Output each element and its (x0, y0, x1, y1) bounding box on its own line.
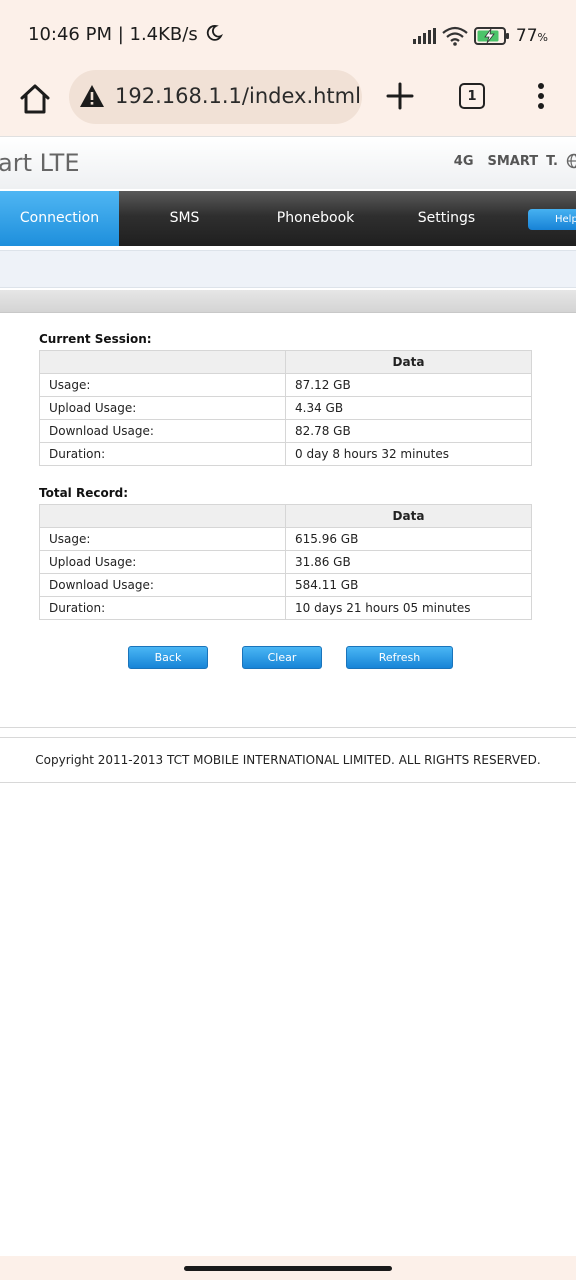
plus-icon[interactable] (386, 82, 414, 110)
current-session-title-text: Current Session (39, 332, 147, 346)
browser-toolbar: 192.168.1.1/index.html 1 (0, 70, 576, 136)
row-value: 87.12 GB (285, 373, 532, 397)
row-label: Duration: (39, 442, 286, 466)
brand-title: art LTE (0, 149, 80, 177)
moon-icon (207, 25, 224, 41)
table-row: Download Usage: 584.11 GB (39, 573, 532, 597)
row-label: Upload Usage: (39, 396, 286, 420)
row-value: 82.78 GB (285, 419, 532, 443)
footer-copyright: Copyright 2011-2013 TCT MOBILE INTERNATI… (0, 737, 576, 783)
more-vert-icon[interactable] (532, 82, 550, 110)
page-title-strip (0, 290, 576, 313)
tab-count: 1 (467, 88, 477, 104)
status-bar: 10:46 PM | 1.4KB/s 77% (0, 0, 576, 70)
system-nav-area (0, 1256, 576, 1280)
status-time: 10:46 PM | 1.4KB/s (28, 24, 224, 45)
table-row: Usage: 87.12 GB (39, 373, 532, 397)
table-header-data: Data (285, 350, 532, 374)
current-session-table: Data Usage: 87.12 GB Upload Usage: 4.34 … (39, 350, 532, 466)
main-nav: Connection SMS Phonebook Settings Help (0, 191, 576, 246)
tab-sms[interactable]: SMS (119, 191, 250, 246)
tab-connection[interactable]: Connection (0, 191, 119, 246)
row-label: Upload Usage: (39, 550, 286, 574)
row-value: 4.34 GB (285, 396, 532, 420)
row-label: Download Usage: (39, 573, 286, 597)
back-button[interactable]: Back (128, 646, 208, 669)
tab-settings[interactable]: Settings (381, 191, 512, 246)
row-value: 0 day 8 hours 32 minutes (285, 442, 532, 466)
total-record-table: Data Usage: 615.96 GB Upload Usage: 31.8… (39, 504, 532, 620)
row-value: 584.11 GB (285, 573, 532, 597)
status-time-text: 10:46 PM | 1.4KB/s (28, 24, 198, 45)
carrier-name: SMART (487, 153, 539, 169)
row-label: Download Usage: (39, 419, 286, 443)
row-value: 615.96 GB (285, 527, 532, 551)
status-icons: 77% (412, 24, 548, 48)
current-session-title-colon: : (146, 332, 152, 346)
gesture-handle[interactable] (184, 1266, 392, 1271)
row-label: Duration: (39, 596, 286, 620)
warning-icon[interactable] (79, 84, 105, 108)
table-header-row: Data (39, 504, 532, 528)
brand-header: art LTE 4G SMART T. (0, 136, 576, 189)
row-value: 10 days 21 hours 05 minutes (285, 596, 532, 620)
table-row: Duration: 10 days 21 hours 05 minutes (39, 596, 532, 620)
globe-icon (566, 153, 576, 169)
battery-percent-sign: % (537, 31, 548, 44)
total-record-title: Total Record: (39, 486, 129, 500)
sub-nav-strip (0, 250, 576, 288)
table-row: Duration: 0 day 8 hours 32 minutes (39, 442, 532, 466)
clear-button[interactable]: Clear (242, 646, 322, 669)
current-session-title: Current Session: (39, 332, 152, 346)
table-row: Usage: 615.96 GB (39, 527, 532, 551)
carrier-signal-mark: T. (546, 153, 558, 169)
table-row: Upload Usage: 31.86 GB (39, 550, 532, 574)
row-label: Usage: (39, 527, 286, 551)
home-icon[interactable] (18, 82, 52, 116)
signal-icon (412, 28, 436, 44)
battery-percent-value: 77 (515, 26, 538, 46)
footer-divider (0, 727, 576, 728)
refresh-button[interactable]: Refresh (346, 646, 453, 669)
tabs-icon[interactable]: 1 (459, 83, 485, 109)
tab-phonebook[interactable]: Phonebook (250, 191, 381, 246)
network-type: 4G (453, 153, 474, 169)
table-header-blank (39, 504, 286, 528)
battery-charging-icon (473, 27, 509, 45)
help-button[interactable]: Help (528, 209, 576, 230)
network-status: 4G SMART T. (454, 153, 576, 169)
table-header-row: Data (39, 350, 532, 374)
wifi-icon (442, 26, 468, 46)
table-row: Upload Usage: 4.34 GB (39, 396, 532, 420)
row-label: Usage: (39, 373, 286, 397)
table-header-blank (39, 350, 286, 374)
row-value: 31.86 GB (285, 550, 532, 574)
table-row: Download Usage: 82.78 GB (39, 419, 532, 443)
table-header-data: Data (285, 504, 532, 528)
address-bar[interactable]: 192.168.1.1/index.html (69, 70, 362, 124)
url-text: 192.168.1.1/index.html (115, 84, 361, 108)
battery-percent: 77% (516, 26, 548, 46)
